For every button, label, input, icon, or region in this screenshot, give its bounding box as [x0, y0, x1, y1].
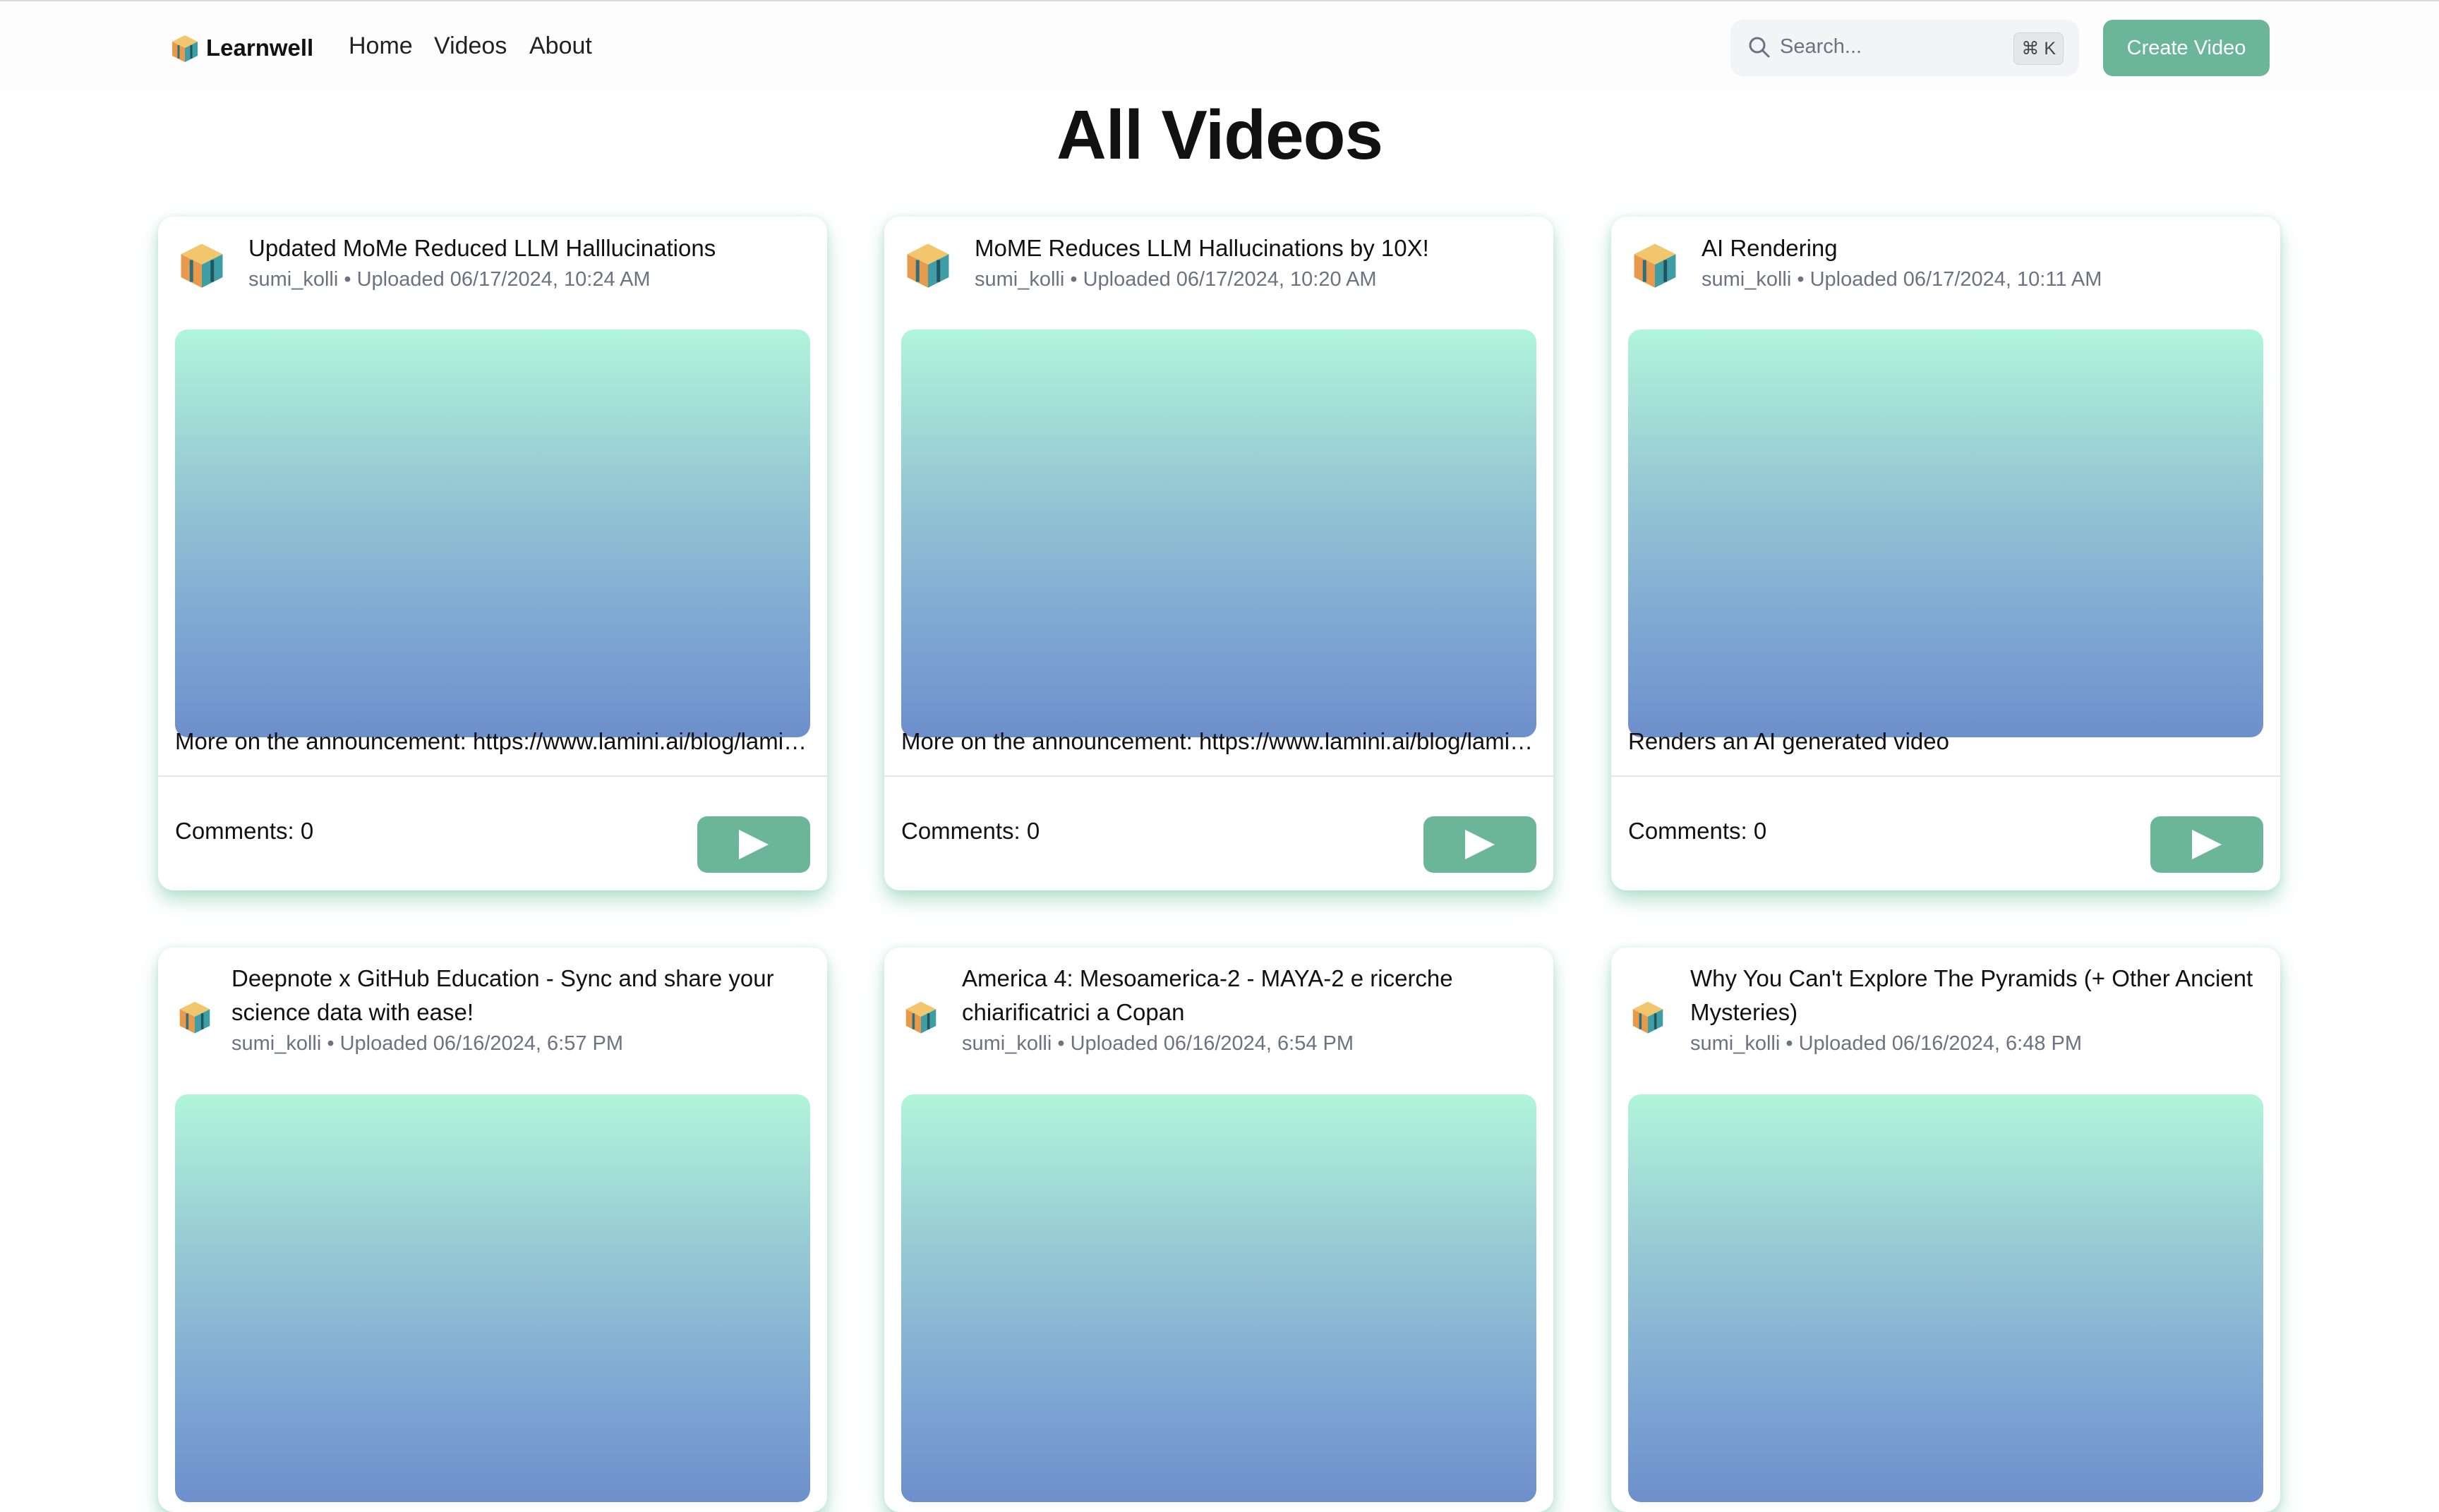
comments-count: Comments: 0: [1628, 818, 1767, 844]
video-card: Deepnote x GitHub Education - Sync and s…: [158, 948, 827, 1512]
video-title[interactable]: Why You Can't Explore The Pyramids (+ Ot…: [1690, 962, 2263, 1029]
video-meta: sumi_kolli • Uploaded 06/17/2024, 10:24 …: [248, 268, 651, 291]
video-description: Renders an AI generated video: [1628, 728, 1949, 754]
video-description: More on the announcement: https://www.la…: [901, 728, 1536, 754]
video-card: Updated MoMe Reduced LLM Halllucinations…: [158, 217, 827, 890]
play-icon: [2192, 830, 2222, 859]
card-divider: [158, 775, 827, 777]
video-description: More on the announcement: https://www.la…: [175, 728, 810, 754]
play-button[interactable]: [1423, 816, 1536, 873]
video-card: America 4: Mesoamerica-2 - MAYA-2 e rice…: [884, 948, 1553, 1512]
search-placeholder: Search...: [1780, 35, 1862, 58]
comments-count: Comments: 0: [175, 818, 314, 844]
video-thumbnail[interactable]: [1628, 1094, 2263, 1502]
nav-about[interactable]: About: [529, 32, 592, 60]
video-card: Why You Can't Explore The Pyramids (+ Ot…: [1611, 948, 2280, 1512]
card-divider: [884, 775, 1553, 777]
comments-count: Comments: 0: [901, 818, 1040, 844]
video-thumbnail[interactable]: [901, 329, 1536, 737]
video-thumbnail[interactable]: [901, 1094, 1536, 1502]
channel-logo-icon: [1634, 243, 1676, 288]
play-icon: [1465, 830, 1495, 859]
play-button[interactable]: [2150, 816, 2263, 873]
channel-logo-icon: [1632, 1001, 1663, 1034]
channel-logo-icon: [905, 1001, 937, 1034]
video-title[interactable]: Deepnote x GitHub Education - Sync and s…: [231, 962, 810, 1029]
play-button[interactable]: [697, 816, 810, 873]
play-icon: [739, 830, 769, 859]
video-card: AI Rendering sumi_kolli • Uploaded 06/17…: [1611, 217, 2280, 890]
logo-icon: [172, 35, 198, 62]
page-title: All Videos: [1056, 96, 1383, 174]
search-icon: [1749, 37, 1770, 58]
brand-name: Learnwell: [206, 35, 314, 61]
search-shortcut-badge: ⌘ K: [2013, 32, 2064, 65]
create-video-button[interactable]: Create Video: [2103, 20, 2270, 76]
video-title[interactable]: AI Rendering: [1702, 231, 2259, 265]
channel-logo-icon: [179, 1001, 210, 1034]
channel-logo-icon: [181, 243, 223, 288]
video-title[interactable]: MoME Reduces LLM Hallucinations by 10X!: [975, 231, 1532, 265]
video-meta: sumi_kolli • Uploaded 06/16/2024, 6:57 P…: [231, 1032, 624, 1055]
video-title[interactable]: America 4: Mesoamerica-2 - MAYA-2 e rice…: [962, 962, 1536, 1029]
video-meta: sumi_kolli • Uploaded 06/17/2024, 10:20 …: [975, 268, 1377, 291]
video-title[interactable]: Updated MoMe Reduced LLM Halllucinations: [248, 231, 806, 265]
video-meta: sumi_kolli • Uploaded 06/16/2024, 6:48 P…: [1690, 1032, 2083, 1055]
nav-videos[interactable]: Videos: [434, 32, 507, 60]
video-meta: sumi_kolli • Uploaded 06/17/2024, 10:11 …: [1702, 268, 2102, 291]
search-input[interactable]: Search... ⌘ K: [1730, 20, 2079, 76]
video-thumbnail[interactable]: [1628, 329, 2263, 737]
video-card: MoME Reduces LLM Hallucinations by 10X! …: [884, 217, 1553, 890]
card-divider: [1611, 775, 2280, 777]
nav-home[interactable]: Home: [349, 32, 413, 60]
video-thumbnail[interactable]: [175, 329, 810, 737]
channel-logo-icon: [907, 243, 949, 288]
video-thumbnail[interactable]: [175, 1094, 810, 1502]
brand[interactable]: Learnwell: [169, 32, 313, 63]
navbar: Learnwell Home Videos About Search... ⌘ …: [0, 1, 2439, 90]
video-meta: sumi_kolli • Uploaded 06/16/2024, 6:54 P…: [962, 1032, 1354, 1055]
